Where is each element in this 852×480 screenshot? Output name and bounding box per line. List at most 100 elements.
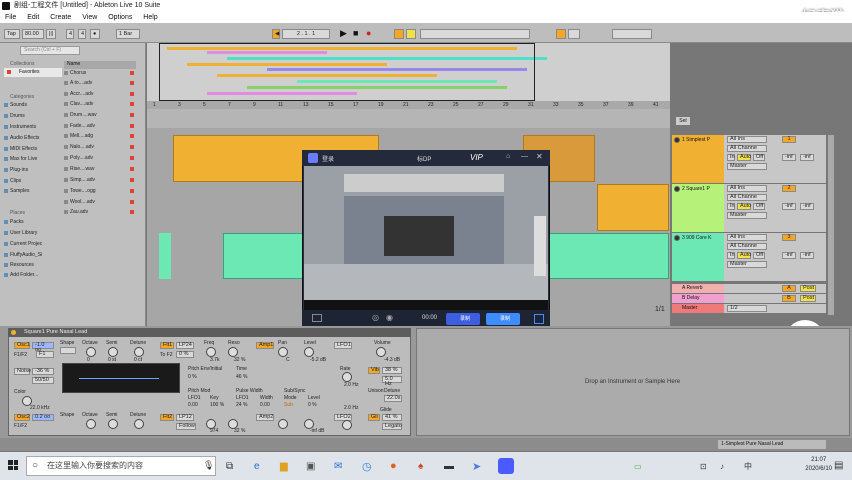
file-item[interactable]: Mell....adg xyxy=(63,133,135,139)
volume-icon[interactable]: ♪ xyxy=(720,462,724,471)
close-icon[interactable]: ✕ xyxy=(536,152,543,161)
metronome-toggle[interactable]: ||| xyxy=(46,29,56,39)
midi-clip[interactable] xyxy=(597,184,669,231)
mail-icon[interactable]: ✉ xyxy=(334,461,342,472)
monitor-auto[interactable]: Auto xyxy=(737,203,751,210)
osc1-button[interactable]: Osc1 xyxy=(14,342,30,349)
f1-select[interactable]: F1 xyxy=(36,351,54,358)
post-toggle[interactable]: Post xyxy=(800,285,816,292)
browser-icon[interactable]: ● xyxy=(390,460,397,472)
input-channel-select[interactable]: All Channe xyxy=(727,194,767,201)
home-icon[interactable]: ⌂ xyxy=(506,153,510,160)
taskbar-search-input[interactable]: 在这里输入你要搜索的内容 xyxy=(26,456,216,476)
master-output-select[interactable]: 1/2 xyxy=(727,305,767,312)
level-knob[interactable] xyxy=(304,347,314,357)
vib-value[interactable]: 38 % xyxy=(382,367,402,374)
unison-detune-value[interactable]: 22.0s xyxy=(384,395,402,402)
flt2-button[interactable]: Flt2 xyxy=(160,414,174,421)
sig-den[interactable]: 4 xyxy=(78,29,86,39)
monitor-auto[interactable]: Auto xyxy=(737,252,751,259)
overview-viewport[interactable] xyxy=(159,43,535,101)
synth-title-bar[interactable]: Square1 Pure Nasal Lead xyxy=(8,328,411,337)
osc1-value[interactable]: -1.0 oo xyxy=(32,342,54,353)
store-icon[interactable]: ▣ xyxy=(306,461,315,472)
vertical-scrollbar[interactable] xyxy=(828,135,834,315)
shape-select[interactable] xyxy=(60,347,76,354)
input-channel-select[interactable]: All Channe xyxy=(727,243,767,250)
device-drop-zone[interactable]: Drop an Instrument or Sample Here xyxy=(416,328,850,436)
file-item[interactable]: Wool....adv xyxy=(64,199,134,205)
file-item[interactable]: Chorus xyxy=(63,70,135,76)
microphone-icon[interactable]: 🎙 xyxy=(203,460,214,471)
quantize-select[interactable]: 1 Bar xyxy=(116,29,140,39)
output-select[interactable]: Master xyxy=(727,212,767,219)
category-sounds[interactable]: Sounds xyxy=(4,102,27,108)
track-name[interactable]: A Reverb xyxy=(672,283,724,293)
add-folder-link[interactable]: Add Folder... xyxy=(3,272,38,278)
input-type-select[interactable]: All Ins xyxy=(727,185,767,192)
monitor-auto[interactable]: Auto xyxy=(737,154,751,161)
output-select[interactable]: Master xyxy=(727,261,767,268)
login-link[interactable]: 登录 xyxy=(322,154,334,163)
record-start-button[interactable]: 录制 xyxy=(446,313,480,325)
track-header-2[interactable]: 2 Square1 P All Ins All Channe In Auto O… xyxy=(672,184,826,232)
browser-search-input[interactable]: Search (Ctrl + F) xyxy=(20,46,80,55)
menu-help[interactable]: Help xyxy=(143,14,157,21)
master-track[interactable]: Master 1/2 xyxy=(672,304,826,313)
quality-select[interactable]: 标DP xyxy=(417,154,431,163)
lp24-select[interactable]: LP24 xyxy=(176,342,194,349)
monitor-off[interactable]: Off xyxy=(753,203,765,210)
track-volume[interactable]: -inf xyxy=(782,203,796,210)
vip-badge[interactable]: VIP xyxy=(470,153,483,162)
track-header-1[interactable]: 1 Simplest P All Ins All Channe In Auto … xyxy=(672,135,826,183)
amp1-button[interactable]: Amp1 xyxy=(256,342,274,349)
vib-rate[interactable]: 5.0 Hz xyxy=(382,376,402,387)
share-button[interactable]: 录制 xyxy=(486,313,520,325)
track-activator-icon[interactable] xyxy=(674,235,680,241)
key-map-toggle[interactable] xyxy=(556,29,566,39)
bird-app-icon[interactable]: ➤ xyxy=(472,460,481,473)
midi-toggle[interactable]: ● xyxy=(90,29,100,39)
loop-toggle[interactable] xyxy=(394,29,404,39)
midi-clip[interactable] xyxy=(547,233,669,279)
tap-button[interactable]: Tap xyxy=(4,29,20,39)
file-item[interactable]: Clav....adv xyxy=(63,101,135,107)
midi-clip[interactable] xyxy=(223,233,303,279)
to-f2-value[interactable]: 0 % xyxy=(176,351,194,358)
fullscreen-icon[interactable] xyxy=(534,314,544,324)
detune-knob[interactable] xyxy=(134,347,144,357)
mic-icon[interactable]: ◉ xyxy=(386,313,393,322)
return-track-a[interactable]: A Reverb A Post xyxy=(672,284,826,293)
pan2-knob[interactable] xyxy=(278,419,288,429)
follow-toggle[interactable]: Follow xyxy=(176,423,196,430)
set-button[interactable]: Set xyxy=(676,117,690,125)
place-fluffyaudio[interactable]: FluffyAudio_Si xyxy=(3,252,42,258)
record-button[interactable]: ● xyxy=(366,28,371,38)
monitor-in[interactable]: In xyxy=(727,252,735,259)
track-pan[interactable]: -inf xyxy=(800,252,814,259)
file-item[interactable]: Simp....adv xyxy=(63,177,135,183)
battery-icon[interactable]: ▭ xyxy=(634,462,642,471)
volume-knob[interactable] xyxy=(376,347,386,357)
category-max-for-live[interactable]: Max for Live xyxy=(3,156,37,162)
place-current-project[interactable]: Current Projec xyxy=(3,241,42,247)
track-volume[interactable]: -inf xyxy=(782,154,796,161)
category-midi-effects[interactable]: MIDI Effects xyxy=(3,146,37,152)
category-plugins[interactable]: Plug-ins xyxy=(3,167,28,173)
favorites-item[interactable]: Favorites xyxy=(4,68,62,77)
osc2-value[interactable]: 0.2 oo xyxy=(32,414,54,421)
arrangement-overview[interactable] xyxy=(147,43,670,101)
draw-mode-toggle[interactable] xyxy=(406,29,416,39)
glide-button[interactable]: Gli xyxy=(368,414,380,421)
input-type-select[interactable]: All Ins xyxy=(727,234,767,241)
monitor-in[interactable]: In xyxy=(727,203,735,210)
category-instruments[interactable]: Instruments xyxy=(3,124,36,130)
return-letter[interactable]: A xyxy=(782,285,796,292)
monitor-in[interactable]: In xyxy=(727,154,735,161)
edge-icon[interactable]: e xyxy=(254,461,260,472)
track-name[interactable]: Master xyxy=(672,303,724,313)
glide-value[interactable]: 41 % xyxy=(382,414,402,421)
file-item[interactable]: A to....adv xyxy=(63,80,135,86)
flt1-button[interactable]: Flt1 xyxy=(160,342,174,349)
track-header-3[interactable]: 3 909 Core K All Ins All Channe In Auto … xyxy=(672,233,826,281)
